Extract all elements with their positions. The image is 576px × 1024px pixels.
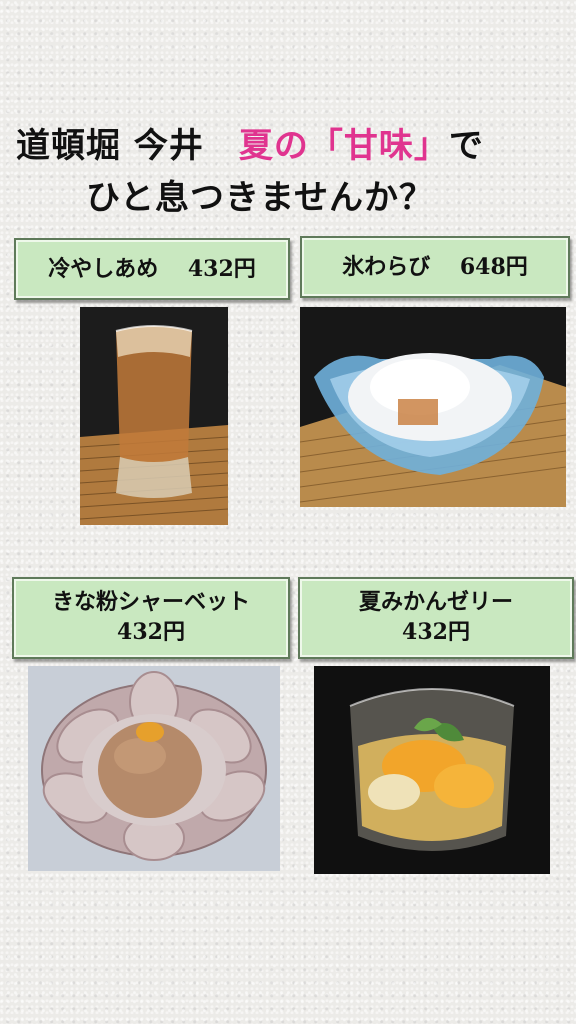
photo-kori-warabi [300, 307, 566, 507]
item-name: 冷やしあめ [48, 256, 159, 282]
item-price: 432円 [187, 256, 256, 282]
item-price: 432円 [117, 619, 185, 645]
photo-kinako-sherbet [28, 666, 280, 871]
item-price: 432円 [402, 619, 470, 645]
headline-line1: 道頓堀 今井 夏の「甘味」で [16, 118, 484, 167]
headline-shop-name: 道頓堀 今井 [16, 126, 239, 166]
item-label-kori-warabi: 氷わらび 648円 [300, 236, 570, 298]
item-label-hiyashiame: 冷やしあめ 432円 [14, 238, 290, 300]
photo-natsumikan-jelly [314, 666, 550, 874]
headline-highlight: 夏の「甘味」 [238, 126, 449, 166]
item-name: 夏みかんゼリー [358, 589, 513, 615]
item-label-kinako-sherbet: きな粉シャーベット 432円 [12, 577, 290, 659]
headline-suffix: で [448, 126, 484, 166]
item-label-natsumikan-jelly: 夏みかんゼリー 432円 [298, 577, 574, 659]
item-name: きな粉シャーベット [51, 589, 250, 615]
item-name: 氷わらび [342, 254, 431, 280]
headline-line2: ひと息つきませんか？ [86, 178, 434, 218]
item-price: 648円 [459, 254, 528, 280]
photo-hiyashiame [80, 307, 228, 525]
